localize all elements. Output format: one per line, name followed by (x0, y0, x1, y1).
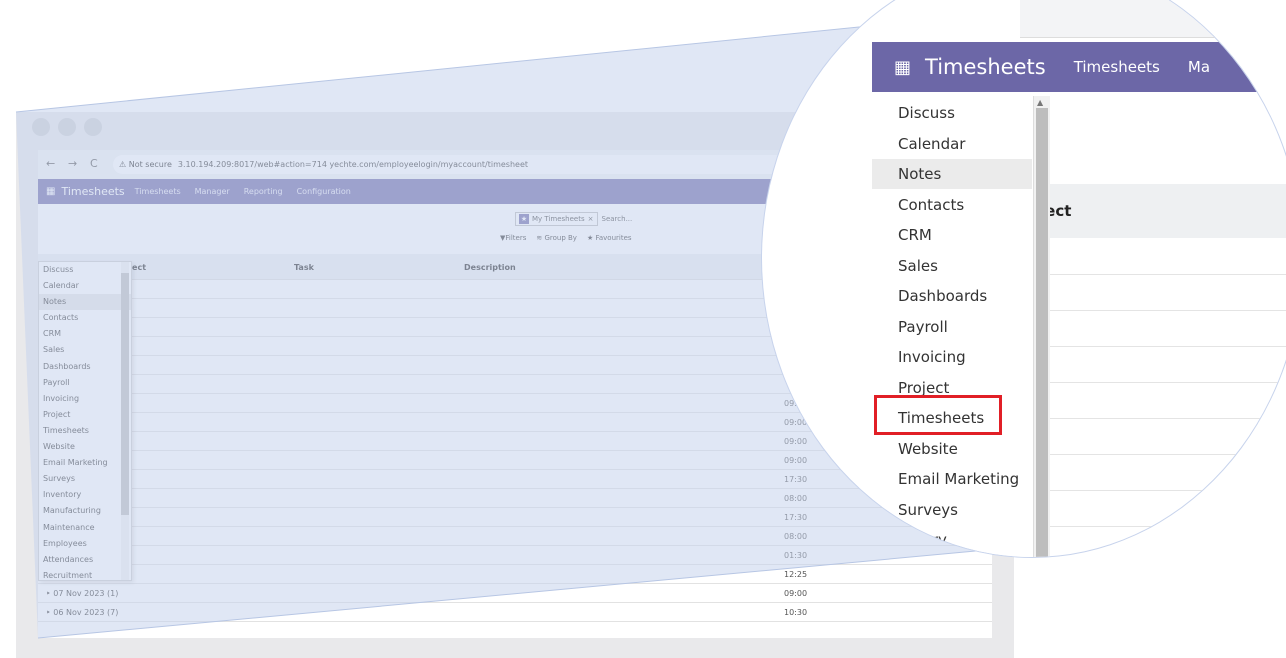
star-icon: ★ (519, 213, 529, 224)
row-divider (1040, 490, 1286, 491)
search-toolbar: ▼Filters ≋ Group By ★ Favourites (500, 234, 632, 242)
not-secure-badge[interactable]: ⚠ Not secure (119, 160, 172, 169)
group-total: 12:25 (784, 570, 808, 579)
magnified-apps-dropdown: Discuss Calendar Notes Contacts CRM Sales Dash… (872, 96, 1034, 557)
row-divider (1040, 526, 1286, 527)
group-row[interactable]: ‣ 06 Nov 2023 (7) 10:30 (38, 603, 992, 622)
magnified-app-item-payroll[interactable]: Payroll (872, 312, 1032, 342)
group-total: 09:00 (784, 589, 808, 598)
app-item-maintenance[interactable]: Maintenance (39, 520, 131, 536)
app-item-notes[interactable]: Notes (39, 294, 131, 311)
favourites-button[interactable]: ★ Favourites (587, 234, 632, 242)
maximize-dot[interactable] (84, 118, 102, 136)
column-description[interactable]: Description (464, 263, 516, 272)
favourites-label: Favourites (595, 234, 632, 242)
magnified-menu-manager[interactable]: Ma (1188, 58, 1210, 76)
group-total: 10:30 (784, 608, 808, 617)
magnified-app-item-entory[interactable]: entory (872, 525, 1032, 555)
magnified-scroll-thumb[interactable] (1036, 108, 1048, 557)
magnified-app-item-contacts[interactable]: Contacts (872, 190, 1032, 220)
app-item-attendances[interactable]: Attendances (39, 552, 131, 568)
magnified-app-item-email-marketing[interactable]: Email Marketing (872, 464, 1032, 494)
app-item-calendar[interactable]: Calendar (39, 278, 131, 294)
apps-grid-icon[interactable]: ▦ (894, 57, 911, 78)
remove-facet-icon[interactable]: × (588, 215, 594, 223)
group-label: ‣ 07 Nov 2023 (1) (46, 589, 118, 598)
app-item-sales[interactable]: Sales (39, 342, 131, 358)
magnified-menu-timesheets[interactable]: Timesheets (1074, 58, 1160, 76)
app-item-payroll[interactable]: Payroll (39, 375, 131, 391)
magnified-app-item-notes[interactable]: Notes (872, 159, 1032, 189)
app-item-website[interactable]: Website (39, 439, 131, 455)
minimize-dot[interactable] (58, 118, 76, 136)
app-item-surveys[interactable]: Surveys (39, 471, 131, 487)
apps-grid-icon[interactable]: ▦ (46, 186, 55, 197)
app-item-timesheets[interactable]: Timesheets (39, 423, 131, 439)
magnified-app-item-calendar[interactable]: Calendar (872, 129, 1032, 159)
group-row[interactable]: ‣ 07 Nov 2023 (1) 09:00 (38, 584, 992, 603)
timesheets-highlight-box (874, 395, 1002, 435)
magnified-table-header: ject (1040, 184, 1286, 238)
app-item-email-marketing[interactable]: Email Marketing (39, 455, 131, 471)
back-arrow-icon[interactable]: ← (46, 157, 55, 170)
row-divider (1040, 454, 1286, 455)
dropdown-scroll-thumb[interactable] (121, 273, 129, 515)
app-item-manufacturing[interactable]: Manufacturing (39, 503, 131, 519)
menu-timesheets[interactable]: Timesheets (135, 187, 181, 196)
row-divider (1040, 346, 1286, 347)
group-date: 07 Nov 2023 (1) (53, 589, 119, 598)
menu-manager[interactable]: Manager (195, 187, 230, 196)
tutorial-stage: ← → C ⚠ Not secure 3.10.194.209:8017/web… (0, 0, 1286, 658)
app-brand[interactable]: Timesheets (61, 185, 124, 198)
magnified-navbar: ▦ Timesheets Timesheets Ma (872, 42, 1286, 92)
magnified-app-item-invoicing[interactable]: Invoicing (872, 342, 1032, 372)
apps-dropdown: Discuss Calendar Notes Contacts CRM Sales Dash… (38, 261, 132, 581)
group-label: ‣ 06 Nov 2023 (7) (46, 608, 118, 617)
not-secure-label: Not secure (128, 160, 172, 169)
app-item-project[interactable]: Project (39, 407, 131, 423)
forward-arrow-icon[interactable]: → (68, 157, 77, 170)
facet-label: My Timesheets (532, 214, 585, 223)
app-item-discuss[interactable]: Discuss (39, 262, 131, 278)
app-item-dashboards[interactable]: Dashboards (39, 359, 131, 375)
row-divider (1040, 382, 1286, 383)
group-by-button[interactable]: ≋ Group By (536, 234, 577, 242)
group-by-label: Group By (544, 234, 577, 242)
app-item-inventory[interactable]: Inventory (39, 487, 131, 503)
magnified-app-item-dashboards[interactable]: Dashboards (872, 281, 1032, 311)
filters-button[interactable]: ▼Filters (500, 234, 526, 242)
search-input[interactable]: Search... (602, 215, 633, 223)
window-controls (32, 118, 102, 136)
group-row[interactable]: ‣ 08 Nov 2023 (3)12:25 (38, 565, 992, 584)
app-item-employees[interactable]: Employees (39, 536, 131, 552)
url-text: 3.10.194.209:8017/web#action=714 yechte.… (177, 160, 529, 169)
close-dot[interactable] (32, 118, 50, 136)
scroll-up-arrow-icon[interactable]: ▲ (1037, 98, 1043, 107)
magnified-browser-toolbar (1020, 0, 1286, 38)
app-item-crm[interactable]: CRM (39, 326, 131, 342)
menu-configuration[interactable]: Configuration (297, 187, 351, 196)
app-item-contacts[interactable]: Contacts (39, 310, 131, 326)
magnified-app-item-surveys[interactable]: Surveys (872, 495, 1032, 525)
app-item-recruitment[interactable]: Recruitment (39, 568, 131, 580)
row-divider (1040, 274, 1286, 275)
menu-reporting[interactable]: Reporting (244, 187, 283, 196)
row-divider (1040, 418, 1286, 419)
magnified-app-item-crm[interactable]: CRM (872, 220, 1032, 250)
search-bar: ★ My Timesheets × Search... (515, 211, 633, 226)
filters-label: Filters (505, 234, 527, 242)
magnifier-lens: ▦ Timesheets Timesheets Ma ject Discuss C… (762, 0, 1286, 557)
magnified-app-item-discuss[interactable]: Discuss (872, 98, 1032, 128)
app-item-invoicing[interactable]: Invoicing (39, 391, 131, 407)
magnified-app-item-sales[interactable]: Sales (872, 251, 1032, 281)
magnified-app-item-website[interactable]: Website (872, 434, 1032, 464)
search-facet[interactable]: ★ My Timesheets × (515, 211, 598, 226)
magnified-brand[interactable]: Timesheets (925, 55, 1046, 79)
column-task[interactable]: Task (294, 263, 314, 272)
group-date: 06 Nov 2023 (7) (53, 608, 119, 617)
row-divider (1040, 310, 1286, 311)
reload-icon[interactable]: C (90, 157, 98, 170)
